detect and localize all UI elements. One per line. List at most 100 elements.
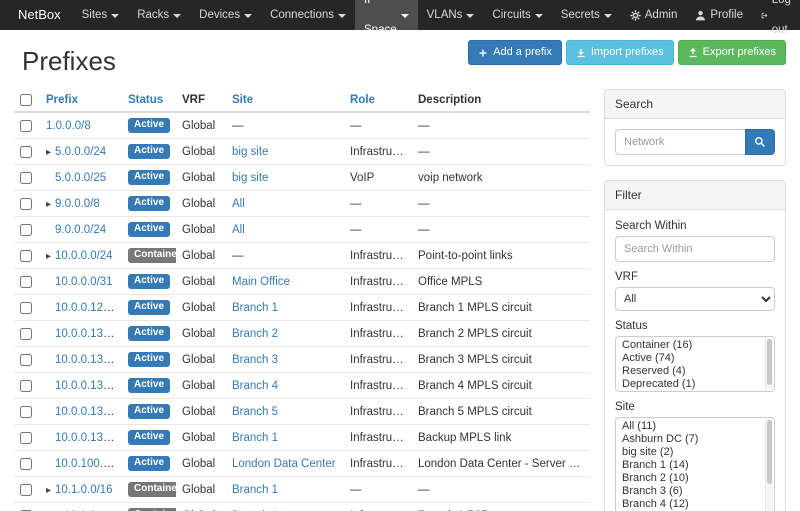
column-header-site[interactable]: Site xyxy=(226,89,344,112)
expand-toggle-icon[interactable]: ▸ xyxy=(46,199,51,210)
column-header-status[interactable]: Status xyxy=(122,89,176,112)
prefix-link[interactable]: 1.0.0.0/8 xyxy=(46,120,91,132)
search-button[interactable] xyxy=(745,129,775,155)
site-link[interactable]: All xyxy=(232,224,245,236)
sidebar: Search Filter xyxy=(604,89,786,511)
role-cell: Infrastructure xyxy=(344,321,412,347)
prefix-link[interactable]: 10.0.0.128/31 xyxy=(55,302,122,314)
prefix-link[interactable]: 5.0.0.0/24 xyxy=(55,146,106,158)
admin-link[interactable]: Admin xyxy=(621,0,687,30)
prefix-link[interactable]: 9.0.0.0/8 xyxy=(55,198,100,210)
row-checkbox[interactable] xyxy=(20,198,32,210)
table-row: ▸10.1.0.0/24ContainerGlobalBranch 1Infra… xyxy=(14,503,590,511)
vrf-cell: Global xyxy=(176,321,226,347)
nav-item-ip-space[interactable]: IP Space xyxy=(355,0,418,30)
row-checkbox[interactable] xyxy=(20,432,32,444)
export-prefixes-button[interactable]: Export prefixes xyxy=(678,40,786,65)
filter-option[interactable]: Active (74) xyxy=(616,352,765,365)
site-link[interactable]: Branch 5 xyxy=(232,406,278,418)
nav-item-racks[interactable]: Racks xyxy=(128,0,190,30)
scrollbar-thumb[interactable] xyxy=(767,339,772,385)
filter-option[interactable]: Branch 1 (14) xyxy=(616,459,765,472)
search-panel: Search xyxy=(604,89,786,166)
filter-option[interactable]: Reserved (4) xyxy=(616,365,765,378)
site-link[interactable]: Branch 1 xyxy=(232,432,278,444)
site-link[interactable]: Branch 1 xyxy=(232,484,278,496)
select-all-checkbox[interactable] xyxy=(20,94,32,106)
prefix-cell: ▸ 5.0.0.0/24 xyxy=(40,139,122,165)
row-checkbox[interactable] xyxy=(20,250,32,262)
row-checkbox[interactable] xyxy=(20,406,32,418)
description-cell: — xyxy=(412,217,590,243)
table-row: 10.0.0.138/31ActiveGlobalBranch 1Infrast… xyxy=(14,425,590,451)
brand-link[interactable]: NetBox xyxy=(6,0,73,30)
prefix-link[interactable]: 5.0.0.0/25 xyxy=(55,172,106,184)
search-within-input[interactable] xyxy=(615,236,775,262)
prefix-link[interactable]: 10.1.0.0/16 xyxy=(55,484,113,496)
row-checkbox[interactable] xyxy=(20,302,32,314)
filter-option[interactable]: Branch 4 (12) xyxy=(616,498,765,511)
site-link[interactable]: big site xyxy=(232,172,268,184)
column-header-role[interactable]: Role xyxy=(344,89,412,112)
row-checkbox[interactable] xyxy=(20,224,32,236)
profile-link[interactable]: Profile xyxy=(686,0,752,30)
add-prefix-button[interactable]: Add a prefix xyxy=(468,40,562,65)
filter-option[interactable]: Container (16) xyxy=(616,339,765,352)
nav-item-sites[interactable]: Sites xyxy=(73,0,129,30)
logout-link[interactable]: Log out xyxy=(752,0,800,30)
site-link[interactable]: Branch 2 xyxy=(232,328,278,340)
site-link[interactable]: Main Office xyxy=(232,276,290,288)
row-checkbox[interactable] xyxy=(20,276,32,288)
filter-option[interactable]: Branch 3 (6) xyxy=(616,485,765,498)
search-input[interactable] xyxy=(615,129,745,155)
filter-option[interactable]: All (11) xyxy=(616,420,765,433)
row-checkbox[interactable] xyxy=(20,146,32,158)
prefix-link[interactable]: 10.0.0.138/31 xyxy=(55,432,122,444)
nav-item-vlans[interactable]: VLANs xyxy=(418,0,484,30)
nav-item-secrets[interactable]: Secrets xyxy=(552,0,621,30)
row-checkbox[interactable] xyxy=(20,120,32,132)
row-checkbox[interactable] xyxy=(20,172,32,184)
row-checkbox[interactable] xyxy=(20,354,32,366)
prefix-link[interactable]: 10.0.0.132/31 xyxy=(55,354,122,366)
vrf-cell: Global xyxy=(176,425,226,451)
nav-item-circuits[interactable]: Circuits xyxy=(483,0,551,30)
nav-item-connections[interactable]: Connections xyxy=(261,0,355,30)
vrf-cell: Global xyxy=(176,165,226,191)
site-multiselect[interactable]: All (11)Ashburn DC (7)big site (2)Branch… xyxy=(615,417,775,511)
prefix-link[interactable]: 9.0.0.0/24 xyxy=(55,224,106,236)
row-checkbox[interactable] xyxy=(20,458,32,470)
prefix-cell: ▸ 10.0.0.0/24 xyxy=(40,243,122,269)
row-checkbox[interactable] xyxy=(20,484,32,496)
search-panel-title: Search xyxy=(605,90,785,119)
prefix-link[interactable]: 10.0.0.136/31 xyxy=(55,406,122,418)
site-link[interactable]: All xyxy=(232,198,245,210)
scrollbar-thumb[interactable] xyxy=(767,420,772,484)
site-link[interactable]: Branch 3 xyxy=(232,354,278,366)
prefix-link[interactable]: 10.0.0.134/31 xyxy=(55,380,122,392)
status-multiselect[interactable]: Container (16)Active (74)Reserved (4)Dep… xyxy=(615,336,775,392)
site-link[interactable]: Branch 1 xyxy=(232,302,278,314)
site-link[interactable]: London Data Center xyxy=(232,458,336,470)
prefix-link[interactable]: 10.0.0.130/31 xyxy=(55,328,122,340)
row-checkbox[interactable] xyxy=(20,328,32,340)
row-checkbox[interactable] xyxy=(20,380,32,392)
site-link[interactable]: Branch 4 xyxy=(232,380,278,392)
filter-option[interactable]: Deprecated (1) xyxy=(616,378,765,391)
prefix-link[interactable]: 10.0.0.0/31 xyxy=(55,276,113,288)
expand-toggle-icon[interactable]: ▸ xyxy=(46,251,51,262)
site-link[interactable]: big site xyxy=(232,146,268,158)
import-prefixes-button[interactable]: Import prefixes xyxy=(566,40,674,65)
expand-toggle-icon[interactable]: ▸ xyxy=(46,147,51,158)
vrf-select[interactable]: All xyxy=(615,287,775,311)
prefix-link[interactable]: 10.0.100.0/24 xyxy=(55,458,122,470)
prefix-link[interactable]: 10.0.0.0/24 xyxy=(55,250,113,262)
role-cell: Infrastructure xyxy=(344,139,412,165)
filter-option[interactable]: big site (2) xyxy=(616,446,765,459)
nav-item-devices[interactable]: Devices xyxy=(190,0,261,30)
filter-option[interactable]: Branch 2 (10) xyxy=(616,472,765,485)
expand-toggle-icon[interactable]: ▸ xyxy=(46,485,51,496)
filter-option[interactable]: Ashburn DC (7) xyxy=(616,433,765,446)
column-header-prefix[interactable]: Prefix xyxy=(40,89,122,112)
description-cell: Branch 3 MPLS circuit xyxy=(412,347,590,373)
